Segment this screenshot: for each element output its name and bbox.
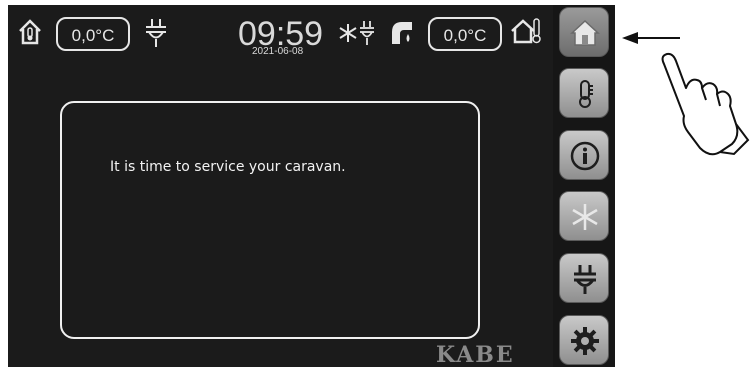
power-plug-icon bbox=[146, 19, 166, 47]
side-navigation bbox=[553, 5, 615, 367]
display-screen: 0,0°C 09:59 2021-06-08 0,0°C It is time … bbox=[8, 5, 553, 368]
snowflake-icon bbox=[572, 204, 598, 230]
status-bar: 0,0°C 09:59 2021-06-08 0,0°C bbox=[8, 5, 553, 67]
outdoor-temperature-display[interactable]: 0,0°C bbox=[428, 17, 502, 51]
indoor-temperature-display[interactable]: 0,0°C bbox=[56, 17, 130, 51]
snowflake-icon bbox=[339, 24, 357, 42]
indoor-temperature-icon bbox=[19, 19, 41, 45]
water-tap-icon bbox=[392, 22, 412, 44]
pointing-hand-icon bbox=[661, 52, 750, 156]
settings-button[interactable] bbox=[559, 315, 609, 365]
thermometer-icon bbox=[579, 80, 593, 108]
pointer-arrow-icon bbox=[622, 32, 680, 44]
home-icon bbox=[570, 19, 600, 46]
info-button[interactable] bbox=[559, 130, 609, 180]
info-icon bbox=[570, 141, 600, 171]
gear-icon bbox=[571, 327, 599, 355]
home-button[interactable] bbox=[559, 7, 609, 57]
temperature-button[interactable] bbox=[559, 68, 609, 118]
small-plug-icon bbox=[360, 21, 374, 45]
date: 2021-06-08 bbox=[252, 46, 304, 57]
brand-logo: KABE bbox=[436, 342, 515, 368]
power-plug-icon bbox=[574, 265, 596, 294]
service-message-text: It is time to service your caravan. bbox=[110, 159, 346, 175]
cooling-button[interactable] bbox=[559, 191, 609, 241]
power-button[interactable] bbox=[559, 253, 609, 303]
service-message-dialog: It is time to service your caravan. bbox=[60, 101, 480, 339]
outdoor-temperature-icon bbox=[511, 18, 541, 44]
